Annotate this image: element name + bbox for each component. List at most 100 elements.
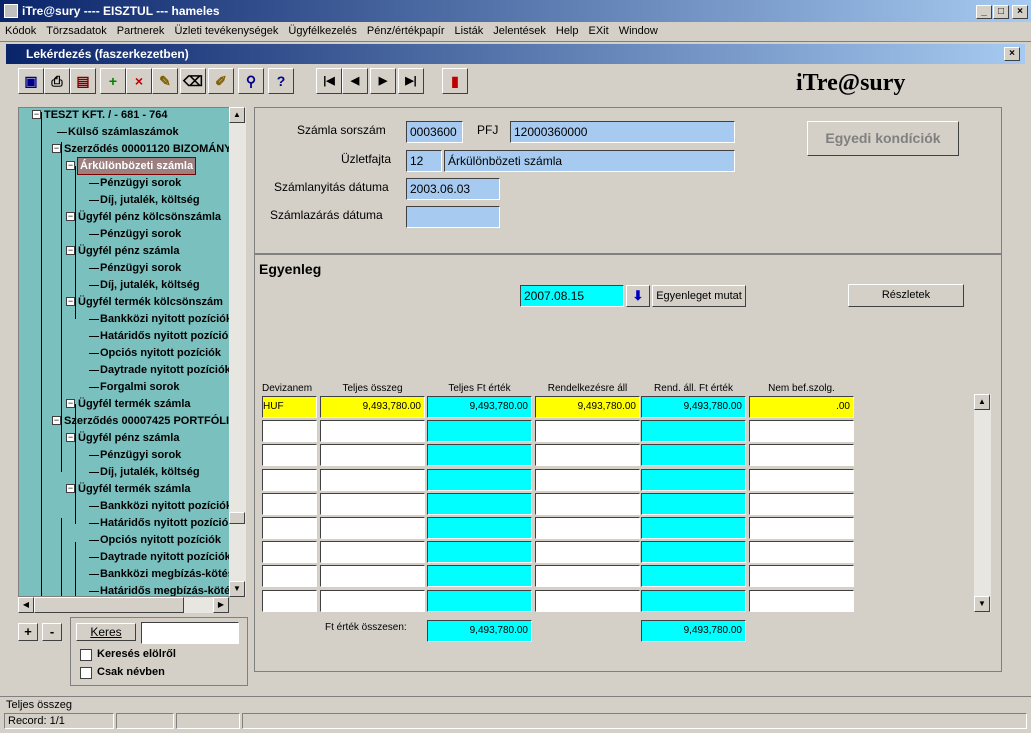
empty-cell[interactable] [749,541,854,564]
tree-node[interactable]: Pénzügyi sorok [100,447,181,463]
next-record-icon[interactable]: ▶ [370,68,396,94]
empty-cell[interactable] [320,492,425,515]
empty-cell[interactable] [749,492,854,515]
empty-cell[interactable] [749,565,854,588]
empty-cell[interactable] [262,444,317,467]
empty-cell[interactable] [320,565,425,588]
empty-cell[interactable] [320,589,425,612]
empty-cell[interactable] [535,589,640,612]
maximize-icon[interactable]: □ [993,5,1009,19]
empty-cell[interactable] [535,517,640,539]
empty-cell[interactable] [535,565,640,588]
balance-cell[interactable]: HUF [262,396,317,418]
menu-item[interactable]: Help [551,22,584,40]
tree-expander-icon[interactable]: − [66,484,75,493]
empty-cell[interactable] [320,468,425,491]
empty-cell[interactable] [320,517,425,539]
tree-node[interactable]: Daytrade nyitott pozíciók [100,549,231,565]
scroll-right-icon[interactable]: ▶ [213,597,229,613]
tree-node[interactable]: Szerződés 00001120 BIZOMÁNY [64,141,232,157]
empty-cell[interactable] [641,565,746,588]
balance-cell[interactable]: 9,493,780.00 [535,396,640,418]
menu-item[interactable]: Pénz/értékpapír [362,22,450,40]
empty-cell[interactable] [427,589,532,612]
empty-cell[interactable] [427,444,532,467]
scroll-up-icon[interactable]: ▲ [229,107,245,123]
empty-cell[interactable] [749,589,854,612]
prev-record-icon[interactable]: ◀ [342,68,368,94]
search-button[interactable]: Keres [76,623,136,641]
empty-cell[interactable] [427,468,532,491]
tree-node[interactable]: Határidős megbízás-kötés [100,583,236,596]
tree-node[interactable]: TESZT KFT. / - 681 - 764 [44,108,167,123]
empty-cell[interactable] [749,444,854,467]
tree-hscroll[interactable]: ◀ ▶ [18,597,229,613]
account-number-field[interactable]: 0003600 [406,121,463,143]
empty-cell[interactable] [262,468,317,491]
balance-cell[interactable]: 9,493,780.00 [641,396,746,418]
tree-node[interactable]: Pénzügyi sorok [100,260,181,276]
empty-cell[interactable] [535,492,640,515]
empty-cell[interactable] [262,420,317,443]
find-icon[interactable]: ⚲ [238,68,264,94]
empty-cell[interactable] [749,517,854,539]
minimize-icon[interactable]: _ [976,5,992,19]
tree-expander-icon[interactable]: − [66,297,75,306]
grid-vscroll[interactable]: ▲ ▼ [974,394,991,612]
menu-item[interactable]: Partnerek [112,22,170,40]
balance-cell[interactable]: 9,493,780.00 [320,396,425,418]
print-icon[interactable]: ⎙ [44,68,70,94]
tree-node[interactable]: Határidős nyitott pozíciók [100,515,234,531]
search-input[interactable] [141,622,239,644]
exit-icon[interactable]: ▮ [442,68,468,94]
closing-date-field[interactable] [406,206,500,228]
menu-item[interactable]: Kódok [0,22,41,40]
tree-node[interactable]: Díj, jutalék, költség [100,464,200,480]
tree-expander-icon[interactable]: − [66,433,75,442]
empty-cell[interactable] [262,492,317,515]
tree-node[interactable]: Díj, jutalék, költség [100,192,200,208]
empty-cell[interactable] [320,420,425,443]
tree-node[interactable]: Daytrade nyitott pozíciók [100,362,231,378]
show-balance-button[interactable]: Egyenleget mutat [652,285,746,307]
empty-cell[interactable] [262,565,317,588]
empty-cell[interactable] [641,492,746,515]
menu-item[interactable]: Törzsadatok [41,22,112,40]
tree-node[interactable]: Ügyfél termék számla [78,481,191,497]
balance-cell[interactable]: .00 [749,396,854,418]
tree-expander-icon[interactable]: − [66,161,75,170]
menu-item[interactable]: Listák [450,22,489,40]
print-preview-icon[interactable]: ▤ [70,68,96,94]
scroll-left-icon[interactable]: ◀ [18,597,34,613]
tree-expander-icon[interactable]: − [52,416,61,425]
special-conditions-button[interactable]: Egyedi kondíciók [807,121,959,156]
empty-cell[interactable] [427,565,532,588]
business-type-code-field[interactable]: 12 [406,150,442,172]
menu-item[interactable]: Window [614,22,663,40]
menu-item[interactable]: Üzleti tevékenységek [169,22,283,40]
tree-node[interactable]: Ügyfél termék számla [78,396,191,412]
tree-node[interactable]: Forgalmi sorok [100,379,179,395]
tree-expander-icon[interactable]: − [52,144,61,153]
help-icon[interactable]: ? [268,68,294,94]
empty-cell[interactable] [641,420,746,443]
tree-node[interactable]: Ügyfél termék kölcsönszám [78,294,223,310]
collapse-button[interactable]: - [42,623,62,641]
tree-node[interactable]: Díj, jutalék, költség [100,277,200,293]
tree-node[interactable]: Pénzügyi sorok [100,175,181,191]
empty-cell[interactable] [427,517,532,539]
balance-cell[interactable]: 9,493,780.00 [427,396,532,418]
empty-cell[interactable] [641,517,746,539]
menu-item[interactable]: Jelentések [488,22,551,40]
menu-item[interactable]: Ügyfélkezelés [283,22,361,40]
clear-icon[interactable]: ⌫ [180,68,206,94]
scroll-down-icon[interactable]: ▼ [229,581,245,597]
empty-cell[interactable] [427,492,532,515]
details-button[interactable]: Részletek [848,284,964,307]
tree-node[interactable]: Külső számlaszámok [68,124,179,140]
empty-cell[interactable] [262,517,317,539]
empty-cell[interactable] [641,444,746,467]
tree-node[interactable]: Opciós nyitott pozíciók [100,532,221,548]
empty-cell[interactable] [749,468,854,491]
menu-item[interactable]: EXit [584,22,614,40]
